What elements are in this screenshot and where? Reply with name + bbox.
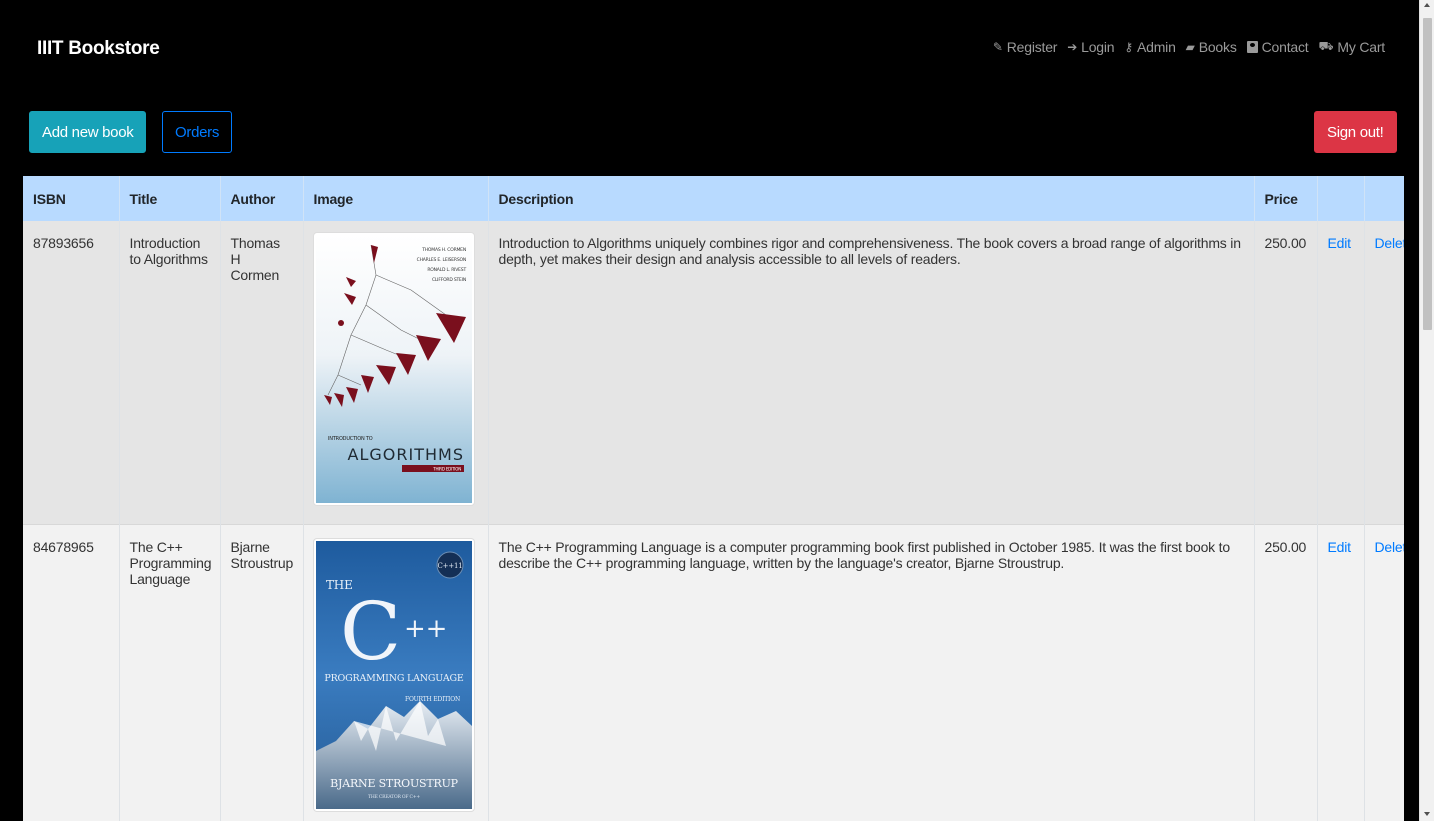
edit-link[interactable]: Edit <box>1317 523 1365 821</box>
cover-title-pp: ++ <box>404 614 447 644</box>
nav-register[interactable]: ✎ Register <box>992 39 1058 55</box>
scrollbar-thumb[interactable] <box>1423 18 1432 330</box>
cart-icon: ⛟ <box>1318 39 1334 53</box>
cell-isbn: 87893656 <box>23 221 120 524</box>
nav-register-label: Register <box>1006 39 1058 55</box>
nav-cart[interactable]: ⛟ My Cart <box>1318 39 1385 55</box>
cover-tagline: THE CREATOR OF C++ <box>368 794 420 800</box>
cover-title-c: C <box>340 585 401 678</box>
cell-description: Introduction to Algorithms uniquely comb… <box>488 221 1255 524</box>
nav-login[interactable]: ➔ Login <box>1067 39 1114 55</box>
algorithms-cover-art: THOMAS H. CORMEN CHARLES E. LEISERSON RO… <box>315 235 472 503</box>
cell-author: Bjarne Stroustrup <box>220 523 304 821</box>
cover-edition: FOURTH EDITION <box>405 696 460 703</box>
cell-price: 250.00 <box>1254 221 1318 524</box>
book-cover-image: C++11 THE C ++ PROGRAMMING LANGUAGE FOUR… <box>313 538 474 811</box>
table-header-row: ISBN Title Author Image Description Pric… <box>23 176 1404 221</box>
cell-description: The C++ Programming Language is a comput… <box>488 523 1255 821</box>
book-cover-image: THOMAS H. CORMEN CHARLES E. LEISERSON RO… <box>313 233 474 505</box>
scroll-up-arrow-icon[interactable] <box>1424 3 1430 7</box>
nav-admin-label: Admin <box>1136 39 1176 55</box>
header-price: Price <box>1254 176 1318 221</box>
header-author: Author <box>220 176 304 221</box>
action-bar: Add new book Orders Sign out! <box>0 111 1419 155</box>
cpp-cover-art: C++11 THE C ++ PROGRAMMING LANGUAGE FOUR… <box>315 540 472 809</box>
key-icon: ⚷ <box>1124 40 1133 54</box>
cell-isbn: 84678965 <box>23 523 120 821</box>
cell-image: THOMAS H. CORMEN CHARLES E. LEISERSON RO… <box>303 221 489 524</box>
cover-author-4: CLIFFORD STEIN <box>431 277 465 283</box>
cover-badge: C++11 <box>437 562 462 570</box>
page: IIIT Bookstore ✎ Register ➔ Login ⚷ Admi… <box>0 7 1419 821</box>
books-table-container: ISBN Title Author Image Description Pric… <box>23 176 1404 821</box>
orders-button[interactable]: Orders <box>162 111 233 153</box>
cell-author: Thomas H Cormen <box>220 221 304 524</box>
delete-link[interactable]: Delete <box>1364 221 1404 524</box>
navbar: IIIT Bookstore ✎ Register ➔ Login ⚷ Admi… <box>0 7 1419 87</box>
header-isbn: ISBN <box>23 176 120 221</box>
cover-subtitle: PROGRAMMING LANGUAGE <box>324 673 463 684</box>
cover-author-2: CHARLES E. LEISERSON <box>416 257 465 263</box>
vertical-scrollbar[interactable] <box>1419 0 1434 821</box>
header-delete <box>1364 176 1404 221</box>
login-icon: ➔ <box>1067 40 1078 54</box>
nav-links: ✎ Register ➔ Login ⚷ Admin ▰ Books Conta… <box>993 39 1385 55</box>
cell-image: C++11 THE C ++ PROGRAMMING LANGUAGE FOUR… <box>303 523 489 821</box>
scroll-down-arrow-icon[interactable] <box>1424 812 1430 816</box>
nav-admin[interactable]: ⚷ Admin <box>1124 39 1175 55</box>
header-image: Image <box>303 176 489 221</box>
nav-books[interactable]: ▰ Books <box>1186 39 1237 55</box>
brand-logo[interactable]: IIIT Bookstore <box>37 38 160 60</box>
header-description: Description <box>488 176 1255 221</box>
add-new-book-button[interactable]: Add new book <box>29 111 147 153</box>
cell-title: The C++ Programming Language <box>119 523 221 821</box>
header-title: Title <box>119 176 221 221</box>
cell-title: Introduction to Algorithms <box>119 221 221 524</box>
book-icon: ▰ <box>1185 40 1195 54</box>
cover-author: BJARNE STROUSTRUP <box>330 777 459 790</box>
cover-title: ALGORITHMS <box>347 445 463 464</box>
nav-books-label: Books <box>1198 39 1237 55</box>
cover-author-3: RONALD L. RIVEST <box>427 267 466 273</box>
sign-out-button[interactable]: Sign out! <box>1314 111 1397 153</box>
table-row: 87893656 Introduction to Algorithms Thom… <box>23 221 1404 524</box>
header-edit <box>1317 176 1365 221</box>
delete-link[interactable]: Delete <box>1364 523 1404 821</box>
nav-login-label: Login <box>1081 39 1115 55</box>
pencil-icon: ✎ <box>992 40 1003 54</box>
nav-contact-label: Contact <box>1261 39 1309 55</box>
cell-price: 250.00 <box>1254 523 1318 821</box>
cover-edition: THIRD EDITION <box>432 467 461 472</box>
table-row: 84678965 The C++ Programming Language Bj… <box>23 523 1404 821</box>
cover-subtitle: INTRODUCTION TO <box>328 436 373 442</box>
cover-author-1: THOMAS H. CORMEN <box>421 247 466 253</box>
books-table: ISBN Title Author Image Description Pric… <box>23 176 1404 821</box>
contact-card-icon <box>1246 41 1258 53</box>
nav-cart-label: My Cart <box>1337 39 1385 55</box>
nav-contact[interactable]: Contact <box>1246 39 1309 55</box>
edit-link[interactable]: Edit <box>1317 221 1365 524</box>
